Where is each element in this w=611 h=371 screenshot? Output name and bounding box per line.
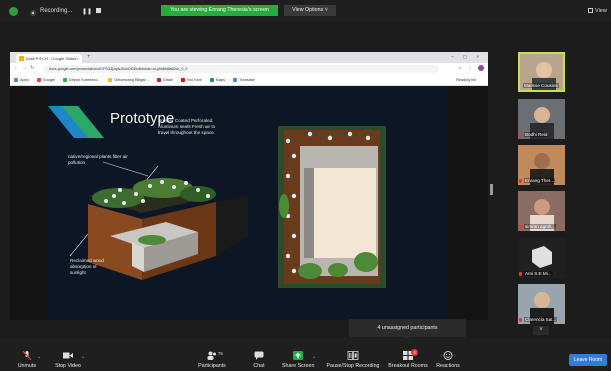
- participant-tile[interactable]: Matisse Cousins: [518, 52, 565, 92]
- grid-icon: [588, 8, 593, 14]
- participant-tile[interactable]: Ami S.E.Mi...: [518, 238, 565, 278]
- presentation-slide: Prototype Powder Coated Perforated Alumi…: [48, 86, 448, 320]
- url-bar[interactable]: docs.google.com/presentation/d/1FSGZjzqA…: [44, 65, 439, 73]
- unassigned-participants-popover[interactable]: 4 unassigned participants: [349, 319, 466, 337]
- stop-recording-icon[interactable]: [96, 8, 101, 13]
- slides-favicon-icon: [19, 56, 24, 61]
- muted-mic-icon: [519, 318, 522, 322]
- pause-recording-icon[interactable]: ❚❚: [82, 8, 92, 15]
- bookmark-item[interactable]: Translate: [233, 78, 255, 82]
- share-options-chevron-icon[interactable]: ^: [313, 355, 315, 360]
- bookmarks-bar: Apps Google Depok Sobekmo... Gelombang B…: [10, 75, 488, 86]
- participants-label: Participants: [198, 363, 226, 369]
- browser-tab-bar: Draft PITCH - Google Slides × + – ▢ ×: [10, 52, 488, 63]
- panel-resize-handle[interactable]: [490, 184, 493, 195]
- chat-button[interactable]: Chat: [249, 338, 269, 371]
- chat-label: Chat: [253, 363, 265, 369]
- share-screen-icon: [293, 351, 303, 360]
- browser-tab[interactable]: Draft PITCH - Google Slides ×: [16, 54, 82, 63]
- recording-label: Recording...: [40, 8, 73, 14]
- chevron-down-icon[interactable]: ˅: [533, 326, 549, 335]
- chat-bubble-icon: [254, 351, 264, 360]
- bookmark-item[interactable]: Maps: [209, 78, 225, 82]
- annotation-reclaimed-wood: Reclaimed wood absorption of sunlight: [70, 258, 104, 276]
- participants-button[interactable]: Participants: [196, 338, 228, 371]
- share-screen-button[interactable]: Share Screen: [282, 338, 314, 371]
- reading-list[interactable]: Reading list: [456, 75, 476, 85]
- recording-icon: [30, 10, 36, 16]
- slide-pad-right: [448, 86, 488, 320]
- annotation-native-plants: native/regional plants filter air pollut…: [68, 154, 128, 166]
- participant-name: Bodhi Reid: [524, 132, 549, 137]
- muted-mic-icon: [519, 272, 522, 276]
- tab-title: Draft PITCH - Google Slides: [26, 56, 77, 61]
- audio-options-chevron-icon[interactable]: ^: [38, 355, 40, 360]
- pause-recording-label: Pause/Stop Recording: [326, 363, 380, 369]
- participant-tile[interactable]: simran agnih...: [518, 191, 565, 231]
- participants-count: 75: [218, 351, 223, 356]
- video-camera-icon: [63, 352, 73, 359]
- address-row: ←→↻ docs.google.com/presentation/d/1FSGZ…: [10, 63, 488, 75]
- reactions-smiley-icon: [443, 351, 453, 360]
- bookmark-item[interactable]: Apps: [14, 78, 29, 82]
- pause-stop-icon: [347, 351, 359, 360]
- unmute-label: Unmute: [17, 363, 37, 369]
- bookmark-item[interactable]: YouTube: [180, 78, 202, 82]
- video-options-chevron-icon[interactable]: ^: [82, 355, 84, 360]
- participant-name: Matisse Cousins: [523, 83, 559, 88]
- participant-tile[interactable]: Bodhi Reid: [518, 99, 565, 139]
- bookmark-item[interactable]: Google: [36, 78, 55, 82]
- muted-mic-icon: [519, 225, 522, 229]
- window-controls[interactable]: – ▢ ×: [451, 54, 483, 60]
- stop-video-button[interactable]: Stop Video: [50, 338, 86, 371]
- view-label: View: [595, 8, 607, 14]
- annotation-text: Powder Coated Perforated Aluminum seats …: [158, 118, 216, 135]
- annotation-text: Reclaimed wood absorption of sunlight: [70, 258, 104, 275]
- top-bar: Recording... ❚❚ You are viewing Enrang T…: [0, 0, 611, 22]
- browser-extension-icons[interactable]: ☆ ⋮: [458, 65, 484, 71]
- bookmark-item[interactable]: Depok Sobekmo...: [63, 78, 100, 82]
- participant-name: Ami S.E.Mi...: [524, 271, 553, 276]
- participant-name: Enrang Ther...: [524, 178, 556, 183]
- reactions-label: Reactions: [436, 363, 460, 369]
- bookmark-item[interactable]: Gelombang Blitgar...: [108, 78, 149, 82]
- viewing-screen-banner: You are viewing Enrang Theresia's screen: [161, 5, 278, 16]
- breakout-badge: 4: [411, 349, 418, 356]
- participants-icon: [207, 351, 216, 360]
- muted-mic-icon: [519, 179, 522, 183]
- profile-avatar-icon[interactable]: [478, 65, 484, 71]
- shared-browser-window: Draft PITCH - Google Slides × + – ▢ × ←→…: [10, 52, 488, 86]
- stop-video-label: Stop Video: [55, 363, 81, 369]
- close-tab-icon[interactable]: ×: [77, 54, 79, 63]
- muted-mic-icon: [22, 351, 32, 360]
- participant-name: Clarencia Sat...: [524, 317, 558, 322]
- reactions-button[interactable]: Reactions: [434, 338, 462, 371]
- breakout-rooms-button[interactable]: Breakout Rooms: [388, 338, 428, 371]
- view-options-label: View Options: [292, 7, 324, 13]
- pause-recording-button[interactable]: Pause/Stop Recording: [326, 338, 380, 371]
- breakout-rooms-label: Breakout Rooms: [388, 363, 428, 369]
- view-options-button[interactable]: View Options ˅: [284, 5, 336, 16]
- share-screen-label: Share Screen: [282, 363, 315, 369]
- bookmark-item[interactable]: Gmail: [156, 78, 173, 82]
- security-shield-icon[interactable]: [9, 7, 18, 16]
- participant-tile[interactable]: Clarencia Sat...: [518, 284, 565, 324]
- zoom-window: Recording... ❚❚ You are viewing Enrang T…: [0, 0, 611, 371]
- annotation-powder-coated: Powder Coated Perforated Aluminum seats …: [158, 118, 215, 136]
- leave-room-button[interactable]: Leave Room: [569, 354, 607, 366]
- muted-mic-icon: [519, 133, 522, 137]
- new-tab-icon[interactable]: +: [87, 54, 91, 60]
- view-button[interactable]: View: [588, 8, 607, 14]
- slide-pad-left: [10, 86, 48, 320]
- slide-artwork: [48, 106, 386, 288]
- annotation-text: native/regional plants filter air pollut…: [68, 154, 128, 165]
- participant-name: simran agnih...: [524, 224, 557, 229]
- participant-tile[interactable]: Enrang Ther...: [518, 145, 565, 185]
- nav-icons[interactable]: ←→↻: [14, 65, 37, 71]
- meeting-toolbar: Unmute ^ Stop Video ^ Participants 75 Ch…: [0, 338, 611, 371]
